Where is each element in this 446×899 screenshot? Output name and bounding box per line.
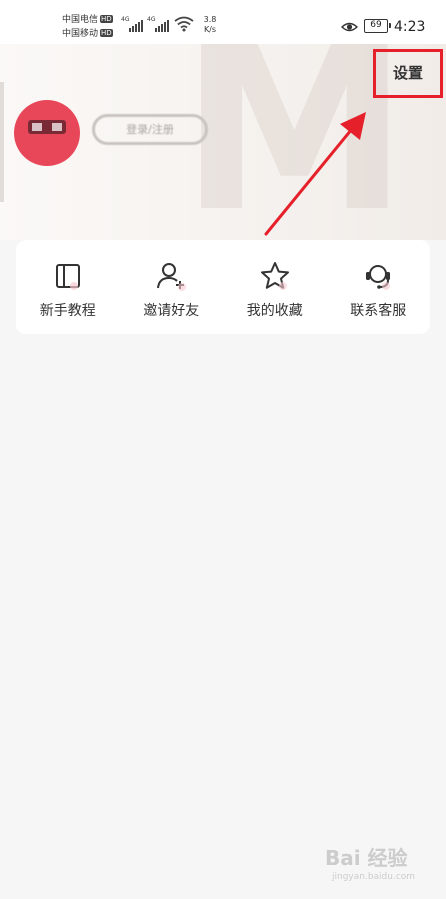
network-tag-2: 4G [147, 16, 156, 23]
menu-item-label: 邀请好友 [143, 303, 200, 319]
header-background-shape [0, 82, 4, 202]
battery-level: 69 [370, 20, 382, 30]
carrier-1: 中国电信 HD [62, 15, 113, 26]
network-speed: 3.8 K/s [198, 15, 222, 35]
star-icon [260, 262, 289, 290]
eye-comfort-icon [341, 22, 358, 32]
settings-button[interactable]: 设置 [376, 52, 440, 95]
login-register-button[interactable]: 登录/注册 [92, 114, 208, 145]
carrier-2-name: 中国移动 [62, 29, 99, 39]
avatar[interactable] [14, 100, 80, 166]
signal-icon-2: 4G [147, 16, 175, 34]
signal-icon-1: 4G [121, 16, 149, 34]
menu-item-favorites[interactable]: 我的收藏 [223, 240, 327, 334]
network-tag-1: 4G [121, 16, 130, 23]
network-speed-value: 3.8 [203, 15, 217, 24]
wifi-icon [174, 16, 194, 32]
menu-item-label: 我的收藏 [246, 303, 303, 319]
baidu-watermark-url: jingyan.baidu.com [332, 872, 416, 882]
carrier-1-name: 中国电信 [62, 15, 99, 25]
menu-item-tutorial[interactable]: 新手教程 [16, 240, 120, 334]
hd-badge-1: HD [100, 15, 113, 23]
profile-header: M 登录/注册 设置 [0, 44, 446, 240]
headset-icon [366, 265, 391, 290]
menu-item-invite[interactable]: 邀请好友 [120, 240, 224, 334]
carrier-2: 中国移动 HD [62, 29, 113, 40]
menu-item-label: 新手教程 [39, 303, 96, 319]
menu-item-support[interactable]: 联系客服 [327, 240, 431, 334]
hd-badge-2: HD [100, 29, 113, 37]
book-icon [55, 264, 80, 290]
clock: 4:23 [394, 19, 426, 35]
baidu-watermark: Bai 经验 [325, 846, 408, 870]
status-bar: 中国电信 HD 中国移动 HD 4G 4G 3.8 K/s 69 4:23 [0, 0, 446, 44]
settings-highlight-box: 设置 [373, 49, 443, 98]
avatar-eye-right [52, 123, 62, 131]
avatar-eye-left [32, 123, 42, 131]
battery-icon: 69 [364, 19, 391, 33]
add-user-icon [157, 263, 187, 291]
quick-menu: 新手教程 邀请好友 我的收藏 联系客服 [16, 240, 430, 334]
menu-item-label: 联系客服 [350, 303, 407, 319]
network-speed-unit: K/s [203, 25, 217, 34]
